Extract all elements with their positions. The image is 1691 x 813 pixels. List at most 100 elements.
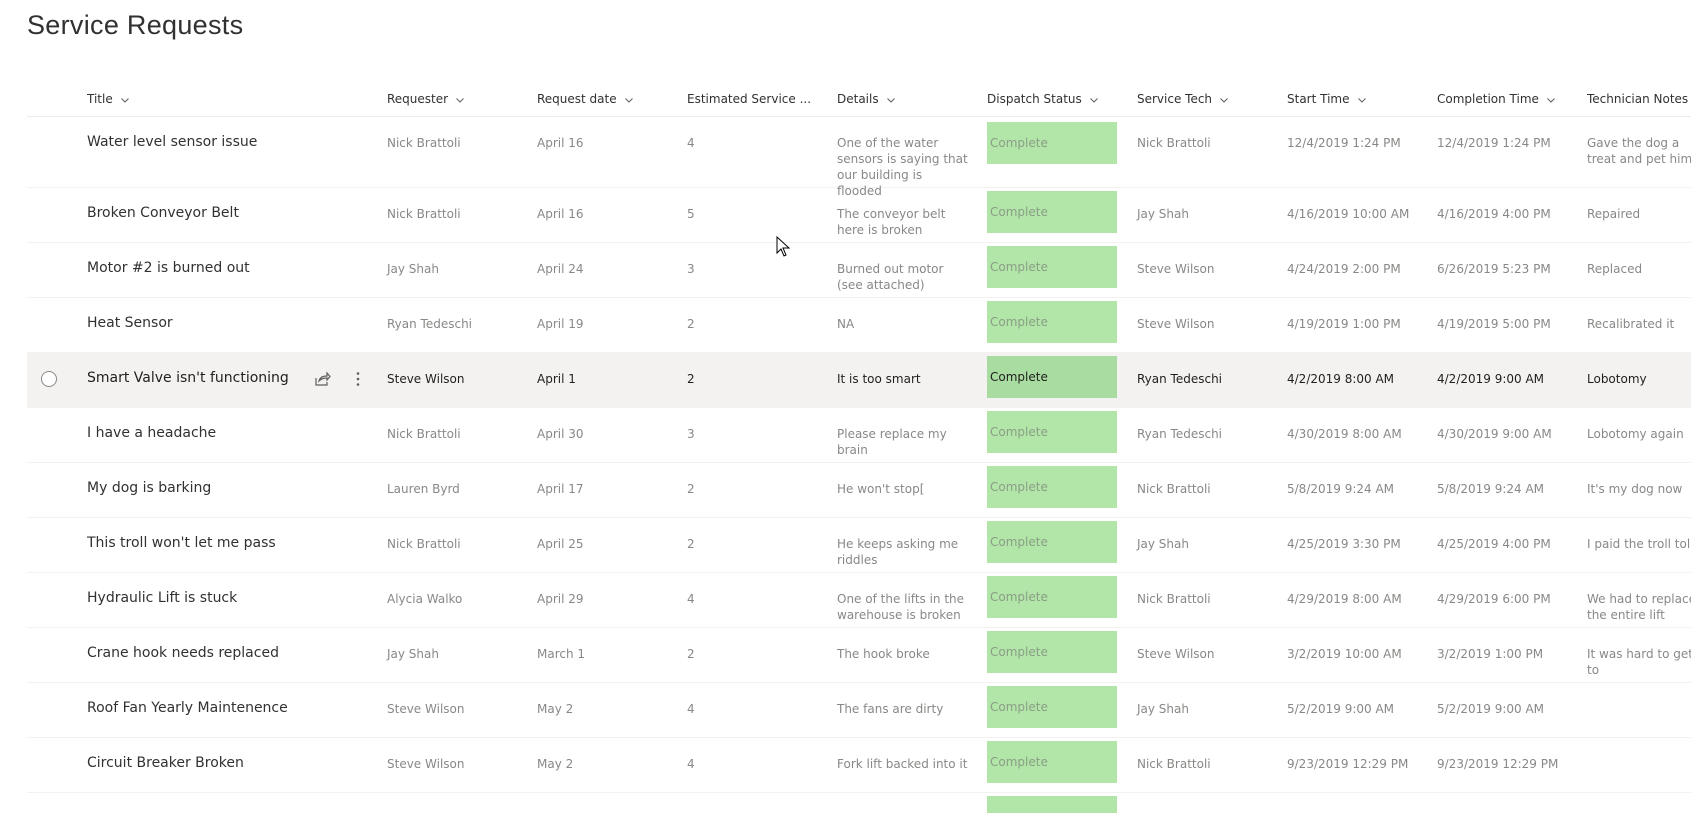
cell-requester: Steve Wilson xyxy=(387,757,465,771)
cell-completion: 4/25/2019 4:00 PM xyxy=(1437,537,1551,551)
column-header-dispatch[interactable]: Dispatch Status xyxy=(987,82,1127,116)
cell-request-date: April 17 xyxy=(537,482,584,496)
cell-title[interactable]: This troll won't let me pass xyxy=(87,534,276,552)
cell-request-date: April 29 xyxy=(537,592,584,606)
table-row[interactable]: My dog is barking Lauren Byrd April 17 2 He … xyxy=(27,463,1691,518)
chevron-down-icon[interactable] xyxy=(1547,96,1555,104)
cell-request-date: April 1 xyxy=(537,372,576,386)
cell-title[interactable]: I have a headache xyxy=(87,424,216,442)
cell-title[interactable]: Crane hook needs replaced xyxy=(87,644,279,662)
more-vertical-icon[interactable] xyxy=(349,370,367,388)
column-header-requester[interactable]: Requester xyxy=(387,82,527,116)
chevron-down-icon[interactable] xyxy=(1089,96,1098,104)
chevron-down-icon[interactable] xyxy=(1357,96,1366,104)
cell-request-date: May 2 xyxy=(537,757,574,771)
cell-notes: Recalibrated it xyxy=(1587,317,1675,331)
table-row[interactable]: Crane hook needs replaced Jay Shah March 1… xyxy=(27,628,1691,683)
cell-estimated: 4 xyxy=(687,592,695,606)
share-icon[interactable] xyxy=(313,370,331,388)
cell-title[interactable]: Broken Conveyor Belt xyxy=(87,204,239,222)
cell-estimated: 4 xyxy=(687,136,695,150)
cell-requester: Ryan Tedeschi xyxy=(387,317,473,331)
chevron-down-icon[interactable] xyxy=(624,96,633,104)
circle-check-icon[interactable] xyxy=(41,371,57,387)
cell-notes: Lobotomy xyxy=(1587,372,1647,386)
cell-completion: 4/30/2019 9:00 AM xyxy=(1437,427,1552,441)
chevron-down-icon[interactable] xyxy=(886,96,895,104)
cell-title[interactable]: My dog is barking xyxy=(87,479,211,497)
cell-title[interactable]: Hydraulic Lift is stuck xyxy=(87,589,237,607)
table-row[interactable]: Motor #2 is burned out Jay Shah April 24 3 B… xyxy=(27,243,1691,298)
cell-requester: Steve Wilson xyxy=(387,372,465,386)
cell-tech: Jay Shah xyxy=(1137,537,1189,551)
column-header-details[interactable]: Details xyxy=(837,82,977,116)
table-row[interactable]: I have a headache Nick Brattoli April 30 3 P… xyxy=(27,408,1691,463)
table-row[interactable]: Roof Fan Yearly Maintenence Steve Wilson M… xyxy=(27,683,1691,738)
cell-details: The conveyor belt here is broken xyxy=(837,207,946,237)
cell-completion: 3/2/2019 1:00 PM xyxy=(1437,647,1544,661)
cell-tech: Steve Wilson xyxy=(1137,262,1215,276)
cell-start: 5/8/2019 9:24 AM xyxy=(1287,482,1395,496)
column-header-label: Technician Notes xyxy=(1587,92,1689,106)
cell-estimated: 2 xyxy=(687,372,695,386)
chevron-down-icon[interactable] xyxy=(1220,96,1228,104)
list-rows: Water level sensor issue Nick Brattoli Apr… xyxy=(27,117,1691,793)
column-header-estimated[interactable]: Estimated Service ... xyxy=(687,82,817,116)
table-row[interactable]: Circuit Breaker Broken Steve Wilson May 2 4… xyxy=(27,738,1691,793)
dispatch-status-cell[interactable]: Complete xyxy=(987,741,1117,783)
cell-tech: Steve Wilson xyxy=(1137,647,1215,661)
column-header-start[interactable]: Start Time xyxy=(1287,82,1427,116)
dispatch-status-cell[interactable]: Complete xyxy=(987,411,1117,453)
table-row[interactable]: Hydraulic Lift is stuck Alycia Walko April… xyxy=(27,573,1691,628)
table-row[interactable]: Water level sensor issue Nick Brattoli Apr… xyxy=(27,117,1691,198)
cell-estimated: 2 xyxy=(687,482,695,496)
cell-request-date: April 30 xyxy=(537,427,584,441)
cell-title[interactable]: Roof Fan Yearly Maintenence xyxy=(87,699,288,717)
cell-start: 4/30/2019 8:00 AM xyxy=(1287,427,1402,441)
chevron-down-icon[interactable] xyxy=(120,96,129,104)
cell-completion: 5/8/2019 9:24 AM xyxy=(1437,482,1545,496)
table-row[interactable]: Broken Conveyor Belt Nick Brattoli April 1… xyxy=(27,188,1691,243)
table-row[interactable]: Heat Sensor Ryan Tedeschi April 19 2 NA Compl… xyxy=(27,298,1691,353)
cell-tech: Ryan Tedeschi xyxy=(1137,372,1223,386)
table-row[interactable]: This troll won't let me pass Nick Brattol… xyxy=(27,518,1691,573)
dispatch-status-cell[interactable]: Complete xyxy=(987,356,1117,398)
page-title: Service Requests xyxy=(27,10,244,40)
cell-start: 4/25/2019 3:30 PM xyxy=(1287,537,1401,551)
dispatch-status-cell xyxy=(987,796,1117,813)
dispatch-status-cell[interactable]: Complete xyxy=(987,521,1117,563)
dispatch-status-cell[interactable]: Complete xyxy=(987,576,1117,618)
cell-details: He won't stop[ xyxy=(837,482,925,496)
cell-start: 4/2/2019 8:00 AM xyxy=(1287,372,1395,386)
cell-title[interactable]: Circuit Breaker Broken xyxy=(87,754,244,772)
dispatch-status-cell[interactable]: Complete xyxy=(987,122,1117,164)
table-row[interactable]: Smart Valve isn't functioning Steve Wilso… xyxy=(27,353,1691,408)
dispatch-status-cell[interactable]: Complete xyxy=(987,686,1117,728)
dispatch-status-cell[interactable]: Complete xyxy=(987,301,1117,343)
cell-request-date: April 16 xyxy=(537,136,584,150)
cell-title[interactable]: Smart Valve isn't functioning xyxy=(87,369,289,387)
chevron-down-icon[interactable] xyxy=(456,96,464,104)
column-header-request-date[interactable]: Request date xyxy=(537,82,677,116)
dispatch-status-cell[interactable]: Complete xyxy=(987,246,1117,288)
column-header-label: Details xyxy=(837,92,879,106)
cell-notes: Replaced xyxy=(1587,262,1643,276)
cell-requester: Nick Brattoli xyxy=(387,136,461,150)
column-header-label: Service Tech xyxy=(1137,92,1213,106)
cell-title[interactable]: Motor #2 is burned out xyxy=(87,259,250,277)
column-header-completion[interactable]: Completion Time xyxy=(1437,82,1577,116)
column-header-tech[interactable]: Service Tech xyxy=(1137,82,1277,116)
cell-requester: Nick Brattoli xyxy=(387,537,461,551)
cell-title[interactable]: Heat Sensor xyxy=(87,314,173,332)
cell-request-date: March 1 xyxy=(537,647,586,661)
dispatch-status-cell[interactable]: Complete xyxy=(987,191,1117,233)
column-header-notes[interactable]: Technician Notes xyxy=(1587,82,1691,116)
cell-title[interactable]: Water level sensor issue xyxy=(87,133,257,151)
dispatch-status-cell[interactable]: Complete xyxy=(987,466,1117,508)
cell-requester: Nick Brattoli xyxy=(387,427,461,441)
cell-estimated: 3 xyxy=(687,427,695,441)
dispatch-status-cell[interactable]: Complete xyxy=(987,631,1117,673)
cell-estimated: 5 xyxy=(687,207,695,221)
column-header-title[interactable]: Title xyxy=(87,82,367,116)
table-row-partial[interactable] xyxy=(27,793,1691,813)
